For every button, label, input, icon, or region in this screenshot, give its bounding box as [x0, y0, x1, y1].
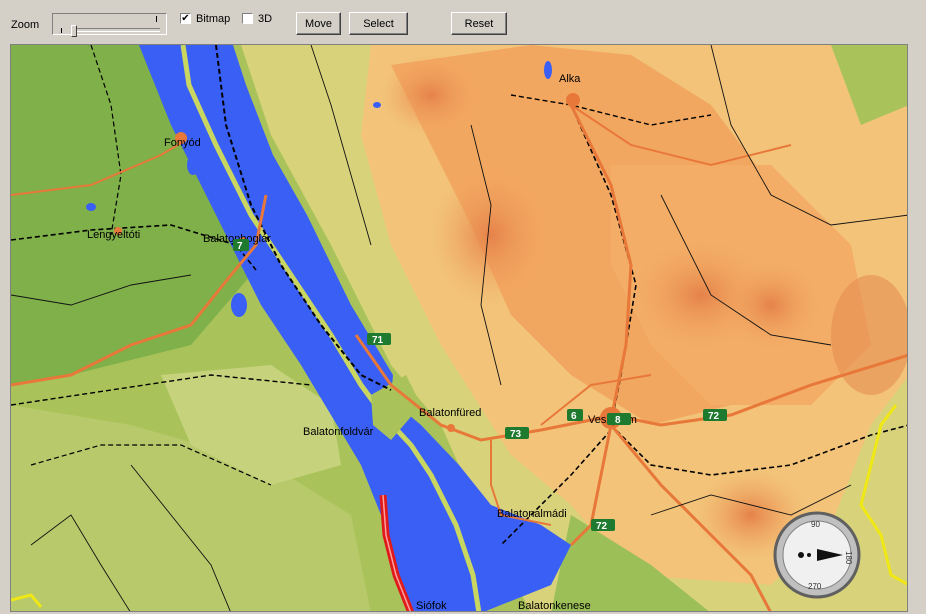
zoom-slider[interactable]	[52, 13, 167, 37]
zoom-slider-tick	[156, 16, 157, 22]
map-canvas[interactable]: Alka Fonyód Lengyeltóti Balatonboglár Ba…	[11, 45, 908, 612]
road-shield: 73	[505, 427, 529, 440]
pond	[231, 293, 247, 317]
zoom-label: Zoom	[11, 19, 40, 31]
road-shield: 6	[567, 409, 583, 422]
road-shield: 8	[607, 413, 631, 426]
place-label-balatonfoldvar: Balatonfoldvár	[303, 426, 374, 438]
compass-label-n: 90	[811, 520, 820, 529]
place-label-lengyeltoti: Lengyeltóti	[87, 229, 140, 241]
compass[interactable]: 90 180 270	[773, 511, 861, 599]
zoom-slider-track	[71, 28, 160, 32]
pond	[187, 155, 199, 175]
town-marker	[447, 424, 455, 432]
road-shield: 72	[703, 409, 727, 422]
place-label-fonyod: Fonyód	[164, 137, 201, 149]
shield-number: 7	[237, 241, 243, 252]
reset-button[interactable]: Reset	[451, 12, 507, 35]
compass-label-s: 270	[808, 582, 822, 591]
bitmap-checkbox[interactable]: ✔	[180, 13, 191, 24]
shield-number: 71	[372, 335, 384, 346]
select-button[interactable]: Select	[349, 12, 408, 35]
hill	[721, 260, 821, 350]
shield-number: 72	[596, 521, 608, 532]
pond	[544, 61, 552, 79]
map-view[interactable]: Alka Fonyód Lengyeltóti Balatonboglár Ba…	[10, 44, 908, 612]
road-shield: 72	[591, 519, 615, 532]
toolbar: Zoom ✔ Bitmap 3D Move Select Reset	[0, 0, 926, 44]
checkmark-icon: ✔	[181, 13, 190, 24]
3d-checkbox[interactable]	[242, 13, 253, 24]
road-shield: 7	[233, 239, 249, 252]
compass-label-e: 180	[844, 551, 853, 565]
road-shield: 71	[367, 333, 391, 346]
zoom-slider-thumb[interactable]	[71, 25, 77, 37]
hill	[431, 165, 551, 305]
hill	[831, 275, 907, 395]
shield-number: 72	[708, 411, 720, 422]
3d-label: 3D	[258, 13, 273, 25]
bitmap-label: Bitmap	[196, 13, 231, 25]
move-button[interactable]: Move	[296, 12, 341, 35]
shield-number: 6	[571, 411, 577, 422]
zoom-slider-tick	[61, 28, 65, 33]
shield-number: 8	[615, 415, 621, 426]
pond	[373, 102, 381, 108]
place-label-balatonkenese: Balatonkenese	[518, 600, 591, 612]
compass-dot	[807, 553, 811, 557]
place-label-siofok: Siófok	[416, 600, 447, 612]
hill	[381, 55, 481, 135]
right-edge	[908, 44, 926, 614]
compass-dot	[798, 552, 804, 558]
place-label-balatonalmadi: Balatonalmádi	[497, 508, 567, 520]
shield-number: 73	[510, 429, 522, 440]
place-label-alka: Alka	[559, 73, 581, 85]
pond	[86, 203, 96, 211]
place-label-balatonfured: Balatonfüred	[419, 407, 481, 419]
town-marker	[566, 93, 580, 107]
